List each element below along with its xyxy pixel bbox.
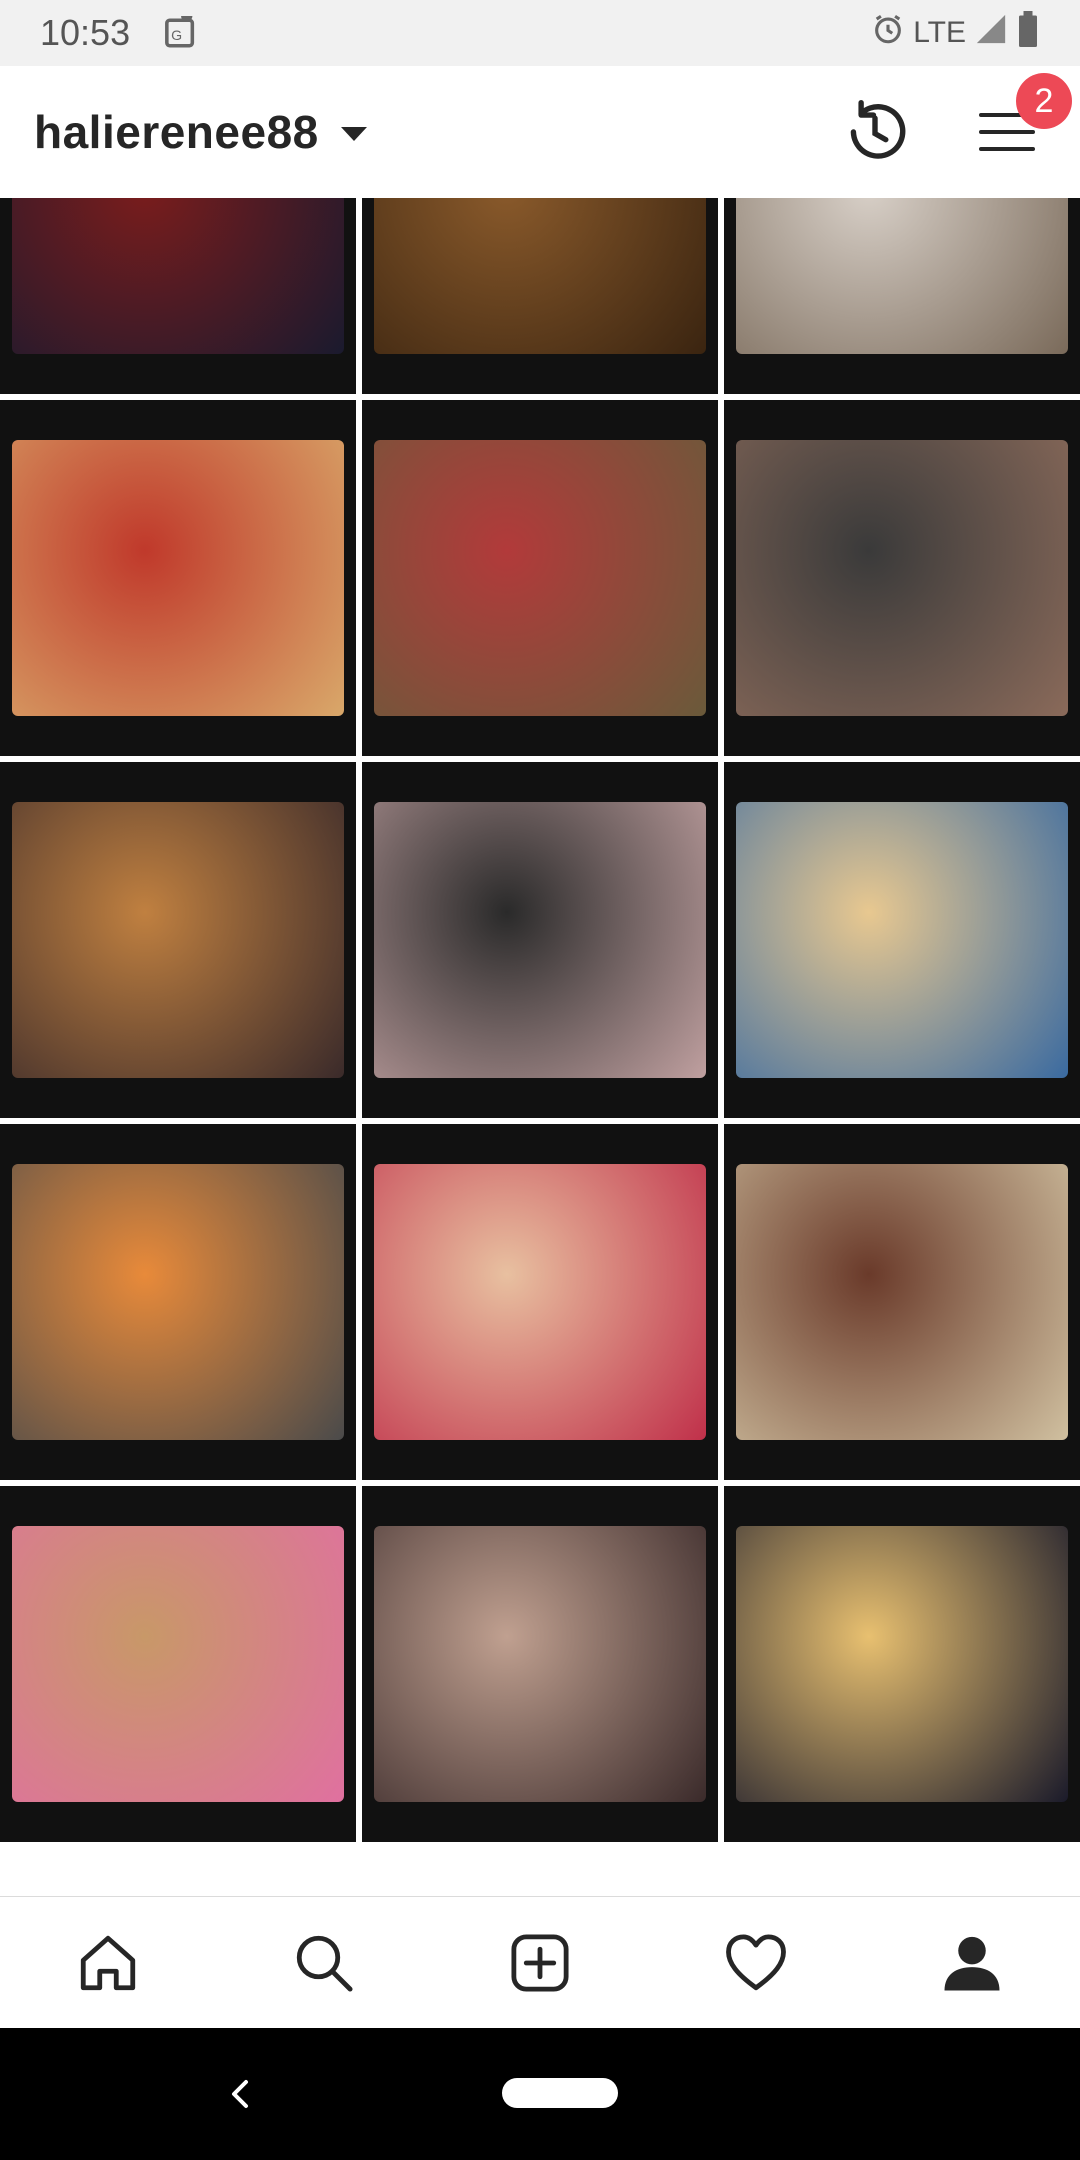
profile-icon	[944, 1936, 1000, 1990]
post-woman-car-blonde[interactable]	[724, 1486, 1080, 1842]
archive-button[interactable]	[836, 93, 914, 171]
nav-profile[interactable]	[932, 1923, 1012, 2003]
system-nav-bar	[0, 2028, 1080, 2160]
post-thumbnail-image	[374, 802, 706, 1078]
post-sombrero-man[interactable]	[362, 198, 718, 394]
post-thumbnail-image	[736, 802, 1068, 1078]
post-man-glasses-car[interactable]	[362, 1486, 718, 1842]
post-thumbnail-image	[374, 440, 706, 716]
post-man-tie-selfie[interactable]	[0, 198, 356, 394]
post-woman-car-smile[interactable]	[362, 1124, 718, 1480]
status-time: 10:53	[40, 12, 131, 53]
username-switcher[interactable]: halierenee88	[34, 105, 319, 159]
profile-header: halierenee88 2	[0, 66, 1080, 198]
post-thumbnail-image	[12, 802, 344, 1078]
menu-button[interactable]: 2	[968, 73, 1072, 171]
post-guitars-wall[interactable]	[0, 762, 356, 1118]
post-two-friends-headphones[interactable]	[724, 762, 1080, 1118]
post-thumbnail-image	[12, 1164, 344, 1440]
home-pill-button[interactable]	[502, 2078, 618, 2108]
post-thumbnail-image	[12, 440, 344, 716]
status-bar: 10:53 G LTE	[0, 0, 1080, 66]
post-grid	[0, 198, 1080, 1896]
post-rubber-band-ball[interactable]	[0, 1486, 356, 1842]
post-orange-smoothie[interactable]	[0, 1124, 356, 1480]
battery-icon	[1016, 10, 1040, 56]
nav-new-post[interactable]	[500, 1923, 580, 2003]
post-thumbnail-image	[12, 1526, 344, 1802]
network-type: LTE	[913, 16, 966, 49]
chevron-down-icon[interactable]	[340, 127, 367, 141]
post-thumbnail-image	[12, 198, 344, 354]
new-post-icon	[511, 1933, 569, 1992]
post-thumbnail-image	[374, 1526, 706, 1802]
back-icon[interactable]	[220, 2074, 260, 2114]
history-icon	[850, 100, 906, 159]
post-thumbnail-image	[736, 440, 1068, 716]
maps-icon: G	[164, 10, 198, 50]
post-thumbnail-image	[736, 198, 1068, 354]
nav-home[interactable]	[68, 1923, 148, 2003]
post-guitar-closeup[interactable]	[362, 762, 718, 1118]
alarm-icon	[871, 12, 905, 55]
activity-heart-icon	[726, 1933, 786, 1990]
notification-badge: 2	[1016, 73, 1072, 129]
signal-icon	[974, 12, 1008, 55]
post-thumbnail-image	[736, 1164, 1068, 1440]
post-feet-dog-couch[interactable]	[724, 400, 1080, 756]
post-trammell-nameplate[interactable]	[724, 1124, 1080, 1480]
svg-text:G: G	[171, 28, 182, 44]
post-thumbnail-image	[736, 1526, 1068, 1802]
post-woman-mirror-selfie[interactable]	[724, 198, 1080, 394]
search-icon	[296, 1935, 353, 1992]
post-cafe-cupcakes[interactable]	[362, 400, 718, 756]
bottom-nav	[0, 1896, 1080, 2028]
home-icon	[80, 1935, 136, 1990]
post-thumbnail-image	[374, 198, 706, 354]
nav-search[interactable]	[284, 1923, 364, 2003]
post-pancake-plate[interactable]	[0, 400, 356, 756]
nav-activity[interactable]	[716, 1923, 796, 2003]
post-thumbnail-image	[374, 1164, 706, 1440]
